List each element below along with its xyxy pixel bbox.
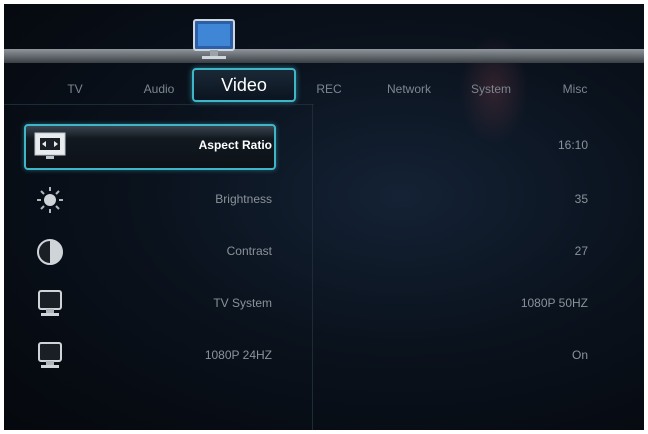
tab-network[interactable]: Network bbox=[374, 82, 444, 96]
setting-row-aspect-ratio[interactable]: Aspect Ratio 16:10 bbox=[4, 124, 644, 170]
setting-label: Contrast bbox=[226, 244, 272, 258]
setting-row-brightness[interactable]: Brightness 35 bbox=[4, 178, 644, 222]
top-bar bbox=[4, 49, 644, 63]
tab-bar: TV Audio Video REC Network System Misc bbox=[4, 68, 644, 104]
tv-icon bbox=[193, 19, 235, 59]
monitor-icon bbox=[38, 290, 62, 316]
tab-system[interactable]: System bbox=[456, 82, 526, 96]
tab-rec[interactable]: REC bbox=[294, 82, 364, 96]
setting-label: 1080P 24HZ bbox=[204, 348, 272, 362]
tab-divider bbox=[4, 104, 314, 105]
setting-label: Brightness bbox=[215, 192, 272, 206]
aspect-ratio-icon bbox=[34, 132, 66, 159]
setting-value: 1080P 50HZ bbox=[520, 296, 588, 310]
settings-screen: TV Audio Video REC Network System Misc A… bbox=[4, 4, 644, 430]
brightness-icon bbox=[37, 187, 63, 213]
setting-value: 35 bbox=[574, 192, 588, 206]
setting-row-contrast[interactable]: Contrast 27 bbox=[4, 230, 644, 274]
tab-audio[interactable]: Audio bbox=[124, 82, 194, 96]
setting-value: 27 bbox=[574, 244, 588, 258]
tab-video[interactable]: Video bbox=[192, 68, 296, 102]
tab-misc[interactable]: Misc bbox=[540, 82, 610, 96]
setting-value: 16:10 bbox=[557, 138, 588, 152]
setting-row-1080p-24hz[interactable]: 1080P 24HZ On bbox=[4, 334, 644, 378]
contrast-icon bbox=[37, 239, 63, 265]
setting-label: Aspect Ratio bbox=[198, 138, 272, 152]
tab-tv[interactable]: TV bbox=[40, 82, 110, 96]
setting-row-tv-system[interactable]: TV System 1080P 50HZ bbox=[4, 282, 644, 326]
monitor-icon bbox=[38, 342, 62, 368]
setting-value: On bbox=[571, 348, 588, 362]
setting-label: TV System bbox=[213, 296, 272, 310]
